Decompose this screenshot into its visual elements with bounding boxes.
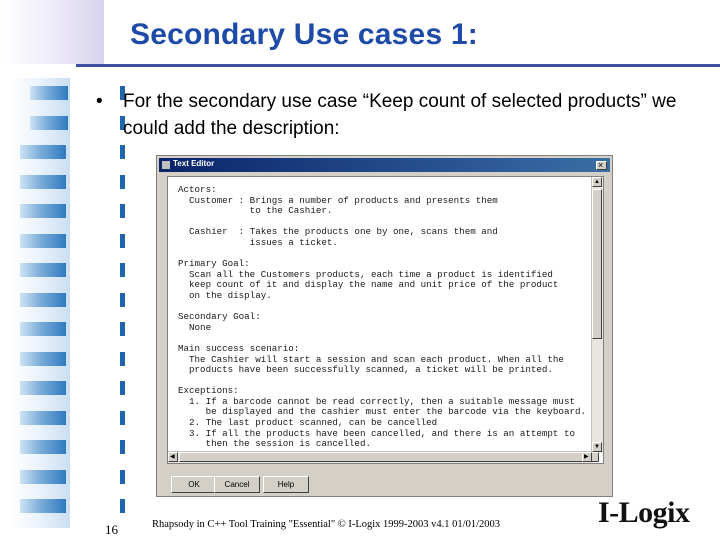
decorative-bar (20, 263, 66, 277)
app-icon (162, 161, 170, 169)
decorative-bar (20, 322, 66, 336)
bullet-marker: • (96, 91, 103, 112)
decorative-tick (120, 175, 125, 189)
vertical-scrollbar[interactable]: ▲ ▼ (591, 177, 603, 453)
title-underline (76, 64, 720, 67)
decorative-tick (120, 293, 125, 307)
window-title: Text Editor (173, 159, 215, 168)
decorative-bar (20, 293, 66, 307)
horizontal-scroll-thumb[interactable] (179, 452, 599, 462)
decorative-bar (20, 411, 66, 425)
cancel-button[interactable]: Cancel (214, 476, 260, 493)
editor-text-area[interactable]: Actors: Customer : Brings a number of pr… (167, 176, 604, 464)
scroll-up-button[interactable]: ▲ (592, 177, 602, 187)
text-editor-window: Text Editor × Actors: Customer : Brings … (156, 155, 613, 497)
horizontal-scrollbar[interactable]: ◀ ▶ (168, 451, 599, 463)
decorative-tick (120, 352, 125, 366)
editor-content: Actors: Customer : Brings a number of pr… (178, 184, 586, 450)
page-title: Secondary Use cases 1: (130, 18, 478, 51)
decorative-tick (120, 204, 125, 218)
decorative-bar (30, 116, 68, 130)
decorative-bar (20, 440, 66, 454)
decorative-sidebar (0, 0, 125, 540)
decorative-tick (120, 470, 125, 484)
decorative-bar (20, 204, 66, 218)
ok-button[interactable]: OK (171, 476, 217, 493)
arrow-up-icon: ▲ (594, 179, 600, 185)
bullet-text: For the secondary use case “Keep count o… (123, 91, 677, 139)
decorative-bar (20, 352, 66, 366)
arrow-left-icon: ◀ (170, 454, 175, 460)
decorative-tick (120, 499, 125, 513)
decorative-tick (120, 234, 125, 248)
decorative-bar (20, 145, 66, 159)
decorative-bar (20, 234, 66, 248)
decorative-bar (20, 470, 66, 484)
scroll-right-button[interactable]: ▶ (582, 452, 592, 462)
company-logo: I-Logix (598, 496, 690, 529)
decorative-bar (20, 175, 66, 189)
footer-text: Rhapsody in C++ Tool Training "Essential… (152, 519, 501, 530)
decorative-tick (120, 411, 125, 425)
decorative-tick (120, 145, 125, 159)
arrow-down-icon: ▼ (594, 444, 600, 450)
decorative-tick (120, 381, 125, 395)
decorative-tick (120, 263, 125, 277)
decorative-tick (120, 322, 125, 336)
vertical-scroll-thumb[interactable] (592, 189, 602, 339)
window-titlebar: Text Editor × (159, 158, 610, 172)
scroll-left-button[interactable]: ◀ (168, 452, 178, 462)
decorative-bar (20, 499, 66, 513)
scroll-down-button[interactable]: ▼ (592, 442, 602, 452)
decorative-tick (120, 440, 125, 454)
close-icon[interactable]: × (596, 160, 607, 170)
decorative-bar (20, 381, 66, 395)
decorative-corner-block (0, 0, 104, 64)
help-button[interactable]: Help (263, 476, 309, 493)
arrow-right-icon: ▶ (584, 454, 589, 460)
decorative-bar (30, 86, 68, 100)
slide-number: 16 (105, 522, 118, 537)
